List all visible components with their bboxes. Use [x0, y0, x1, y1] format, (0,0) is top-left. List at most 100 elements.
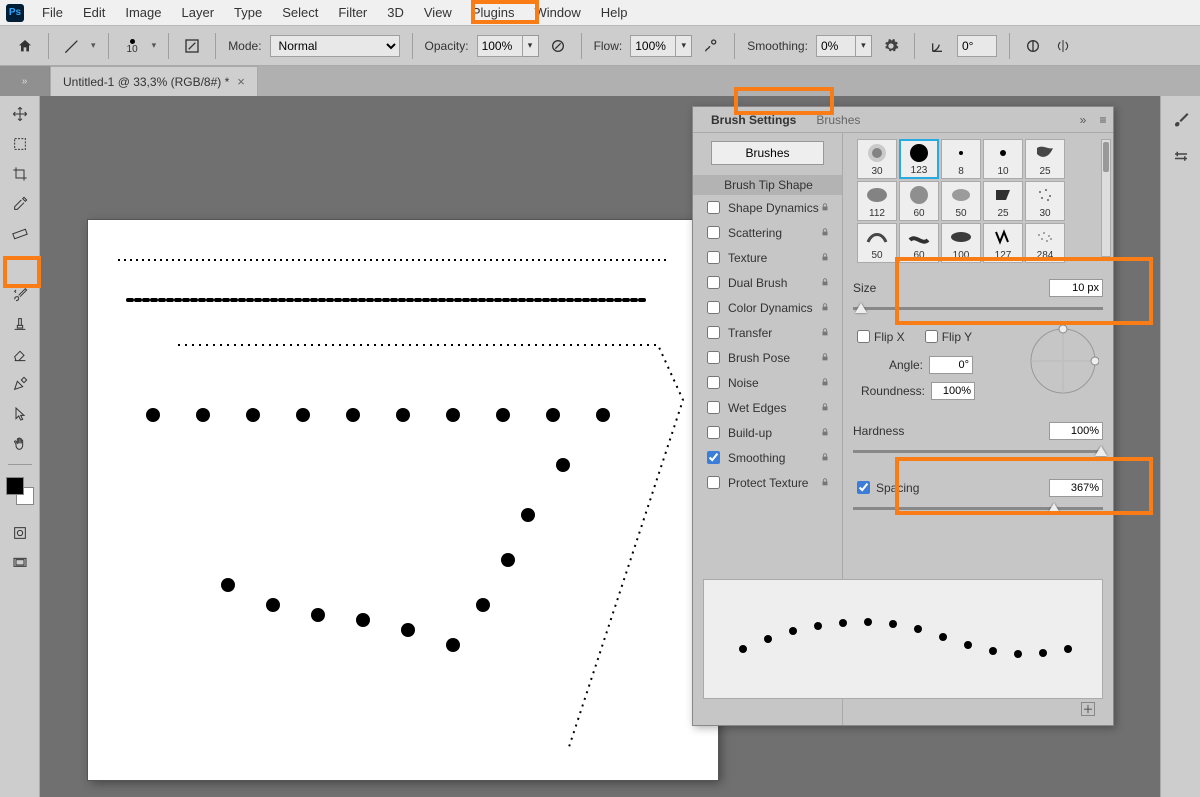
opt-color-dynamics[interactable]: Color Dynamics [693, 295, 842, 320]
brush-thumb[interactable]: 60 [899, 223, 939, 263]
adjust-panel-icon[interactable] [1168, 144, 1194, 170]
lock-icon[interactable] [820, 376, 834, 390]
spacing-checkbox[interactable] [857, 481, 870, 494]
eraser-tool[interactable] [6, 340, 34, 368]
menu-edit[interactable]: Edit [73, 2, 115, 23]
opt-dual-brush[interactable]: Dual Brush [693, 270, 842, 295]
canvas[interactable] [88, 220, 718, 780]
spacing-field[interactable] [1049, 479, 1103, 497]
brush-thumb[interactable]: 30 [1025, 181, 1065, 221]
menu-type[interactable]: Type [224, 2, 272, 23]
pen-tool[interactable] [6, 370, 34, 398]
close-icon[interactable]: × [237, 74, 245, 89]
ruler-tool[interactable] [6, 220, 34, 248]
document-tab[interactable]: Untitled-1 @ 33,3% (RGB/8#) * × [50, 66, 258, 96]
quickmask-tool[interactable] [6, 519, 34, 547]
flipx-checkbox[interactable] [857, 330, 870, 343]
brush-thumb[interactable]: 8 [941, 139, 981, 179]
opt-smoothing[interactable]: Smoothing [693, 445, 842, 470]
opt-shape-dynamics[interactable]: Shape Dynamics [693, 195, 842, 220]
pressure-opacity-icon[interactable] [547, 35, 569, 57]
menu-filter[interactable]: Filter [328, 2, 377, 23]
size-field[interactable] [1049, 279, 1103, 297]
opt-build-up[interactable]: Build-up [693, 420, 842, 445]
brush-thumb[interactable]: 50 [941, 181, 981, 221]
smoothing-field[interactable] [816, 35, 856, 57]
flipy-checkbox[interactable] [925, 330, 938, 343]
flow-field[interactable] [630, 35, 676, 57]
menu-plugins[interactable]: Plugins [462, 2, 525, 23]
opt-protect-texture[interactable]: Protect Texture [693, 470, 842, 495]
size-slider[interactable] [853, 301, 1103, 315]
roundness-field[interactable] [931, 382, 975, 400]
brush-preset-picker[interactable]: 10 [121, 35, 144, 57]
hand-tool[interactable] [6, 430, 34, 458]
color-swatches[interactable] [6, 477, 34, 505]
brush-thumb[interactable]: 25 [1025, 139, 1065, 179]
eyedropper-tool[interactable] [6, 190, 34, 218]
angle-icon[interactable] [927, 35, 949, 57]
opt-scattering[interactable]: Scattering [693, 220, 842, 245]
new-preset-icon[interactable]: ＋ [1081, 702, 1095, 716]
lock-icon[interactable] [820, 401, 834, 415]
lock-icon[interactable] [820, 251, 834, 265]
lock-icon[interactable] [820, 226, 834, 240]
tab-brush-settings[interactable]: Brush Settings [701, 108, 806, 132]
spacing-slider[interactable] [853, 501, 1103, 515]
lock-icon[interactable] [820, 426, 834, 440]
home-icon[interactable] [14, 35, 36, 57]
history-brush-tool[interactable] [6, 280, 34, 308]
brush-thumb[interactable]: 100 [941, 223, 981, 263]
menu-image[interactable]: Image [115, 2, 171, 23]
tab-brushes[interactable]: Brushes [806, 108, 870, 132]
angle-field[interactable] [957, 35, 997, 57]
lock-icon[interactable] [820, 351, 834, 365]
angle-wheel[interactable] [1027, 325, 1099, 397]
hardness-field[interactable] [1049, 422, 1103, 440]
brush-thumb[interactable]: 10 [983, 139, 1023, 179]
opt-texture[interactable]: Texture [693, 245, 842, 270]
lock-icon[interactable] [820, 476, 834, 490]
opt-brush-pose[interactable]: Brush Pose [693, 345, 842, 370]
brush-tip-shape-row[interactable]: Brush Tip Shape [693, 175, 842, 195]
menu-view[interactable]: View [414, 2, 462, 23]
tool-preset-icon[interactable] [61, 35, 83, 57]
brush-thumb[interactable]: 50 [857, 223, 897, 263]
opt-transfer[interactable]: Transfer [693, 320, 842, 345]
menu-3d[interactable]: 3D [377, 2, 414, 23]
pressure-size-icon[interactable] [1022, 35, 1044, 57]
lock-icon[interactable] [820, 326, 834, 340]
mode-dropdown[interactable]: Normal [270, 35, 400, 57]
brush-settings-toggle-icon[interactable] [181, 35, 203, 57]
panel-collapse-icon[interactable]: » [1073, 113, 1093, 127]
angle-field2[interactable] [929, 356, 973, 374]
lock-icon[interactable] [820, 201, 834, 215]
brush-thumb[interactable]: 123 [899, 139, 939, 179]
brush-tool[interactable] [6, 250, 34, 278]
hardness-slider[interactable] [853, 444, 1103, 458]
brushes-button[interactable]: Brushes [711, 141, 824, 165]
opt-wet-edges[interactable]: Wet Edges [693, 395, 842, 420]
lock-icon[interactable] [820, 451, 834, 465]
thumb-scrollbar[interactable] [1101, 139, 1111, 257]
crop-tool[interactable] [6, 160, 34, 188]
brush-thumb[interactable]: 30 [857, 139, 897, 179]
brush-thumb[interactable]: 284 [1025, 223, 1065, 263]
marquee-tool[interactable] [6, 130, 34, 158]
airbrush-icon[interactable] [700, 35, 722, 57]
stamp-tool[interactable] [6, 310, 34, 338]
opt-noise[interactable]: Noise [693, 370, 842, 395]
brush-thumb[interactable]: 127 [983, 223, 1023, 263]
menu-window[interactable]: Window [524, 2, 590, 23]
canvas-area[interactable]: Brush Settings Brushes » ≡ Brushes Brush… [40, 96, 1160, 797]
brush-thumb[interactable]: 25 [983, 181, 1023, 221]
symmetry-icon[interactable] [1052, 35, 1074, 57]
brush-thumb[interactable]: 112 [857, 181, 897, 221]
path-select-tool[interactable] [6, 400, 34, 428]
menu-layer[interactable]: Layer [172, 2, 225, 23]
gear-icon[interactable] [880, 35, 902, 57]
brush-panel-icon[interactable] [1168, 106, 1194, 132]
menu-file[interactable]: File [32, 2, 73, 23]
menu-help[interactable]: Help [591, 2, 638, 23]
menu-select[interactable]: Select [272, 2, 328, 23]
